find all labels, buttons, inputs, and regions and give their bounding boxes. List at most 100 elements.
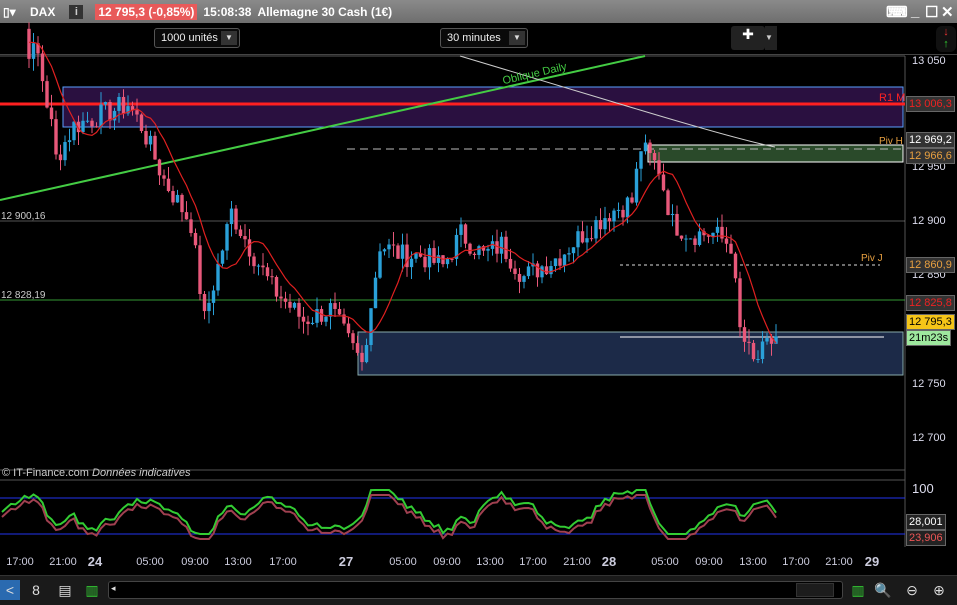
time-tick: 09:00 — [695, 556, 723, 568]
time-tick: 05:00 — [136, 556, 164, 568]
candle — [306, 321, 310, 325]
candle — [378, 251, 382, 278]
candle — [135, 110, 139, 115]
horizontal-scrollbar[interactable]: ◂ — [108, 581, 843, 599]
candle — [337, 308, 342, 315]
candle — [715, 226, 720, 233]
candle — [540, 266, 544, 278]
piv-h-tag: 12 969,2 — [906, 132, 955, 148]
candle — [432, 248, 436, 263]
source: © IT-Finance.com — [2, 467, 89, 479]
candle — [153, 135, 157, 160]
candle — [72, 121, 76, 141]
candle — [535, 263, 540, 278]
candle — [643, 142, 648, 152]
template-icon[interactable]: ▤ — [55, 580, 75, 600]
candle — [409, 258, 414, 268]
candle — [103, 102, 108, 105]
candle — [346, 323, 351, 334]
candle — [247, 239, 252, 257]
candle — [297, 302, 301, 317]
candle — [117, 96, 121, 111]
candle — [184, 212, 189, 220]
candle — [684, 238, 688, 240]
countdown-tag: 21m23s — [906, 330, 952, 346]
candle — [679, 235, 684, 239]
candle — [621, 209, 625, 218]
time-tick: 09:00 — [181, 556, 209, 568]
candle — [549, 266, 553, 275]
candle — [301, 316, 306, 322]
time-tick: 29 — [864, 554, 880, 569]
candle — [166, 178, 171, 192]
candle — [243, 236, 247, 240]
candle — [504, 236, 508, 259]
candle — [180, 194, 184, 213]
candle — [360, 352, 364, 363]
time-tick: 13:00 — [739, 556, 767, 568]
candle — [436, 255, 441, 263]
candle — [292, 302, 297, 308]
candle — [355, 343, 360, 353]
candle — [760, 341, 765, 359]
zoom-fit-icon[interactable]: 🔍 — [873, 580, 893, 600]
candle — [387, 244, 391, 250]
zone-support — [357, 331, 904, 376]
source-text: © IT-Finance.com Données indicatives — [2, 467, 190, 479]
share-icon[interactable]: < — [0, 580, 20, 600]
candle — [252, 256, 256, 267]
zoom-out-icon[interactable]: ⊖ — [902, 580, 922, 600]
candle — [720, 226, 724, 239]
candle — [553, 258, 558, 267]
candle — [616, 209, 621, 211]
candle — [765, 338, 769, 342]
candle — [697, 231, 702, 245]
candle — [585, 238, 589, 243]
candle — [612, 210, 616, 222]
source-note: Données indicatives — [92, 467, 191, 479]
candle — [634, 168, 639, 203]
candle — [216, 263, 220, 291]
time-tick: 28 — [601, 554, 617, 569]
candle — [544, 266, 549, 275]
candle — [495, 241, 499, 254]
zoom-in-icon[interactable]: ⊕ — [929, 580, 949, 600]
candle — [630, 197, 634, 203]
candle — [733, 253, 738, 279]
scroll-thumb[interactable] — [796, 583, 834, 597]
osc-tick-100: 100 — [912, 481, 934, 496]
candle — [738, 278, 742, 328]
candle — [261, 265, 265, 268]
candle — [162, 175, 166, 179]
price-chart[interactable] — [0, 0, 957, 575]
time-tick: 27 — [338, 554, 354, 569]
candle — [333, 303, 337, 309]
candle — [27, 28, 31, 59]
candle — [121, 96, 126, 114]
candle — [99, 104, 103, 128]
link-icon[interactable]: 8 — [26, 580, 46, 600]
oscillator-line — [1, 489, 777, 535]
candle — [270, 276, 274, 278]
piv-h-label: Piv H — [879, 136, 903, 147]
candle — [427, 248, 432, 268]
candle — [648, 142, 652, 154]
osc-value-1: 28,001 — [906, 514, 946, 530]
candle — [31, 43, 36, 59]
candles-icon[interactable]: ▥ — [82, 580, 102, 600]
time-tick: 13:00 — [224, 556, 252, 568]
candle — [265, 267, 270, 277]
candle — [603, 218, 607, 230]
candle — [319, 309, 324, 322]
candle — [508, 258, 513, 269]
autoscale-icon[interactable]: ▥ — [848, 580, 868, 600]
candle — [202, 294, 207, 312]
osc-value-2: 23,906 — [906, 530, 946, 546]
candle — [445, 258, 450, 265]
candle — [198, 245, 202, 295]
candle — [382, 249, 387, 252]
candle — [391, 244, 396, 246]
candle — [85, 120, 90, 122]
candle — [423, 256, 427, 268]
tick-12700: 12 700 — [912, 432, 946, 444]
